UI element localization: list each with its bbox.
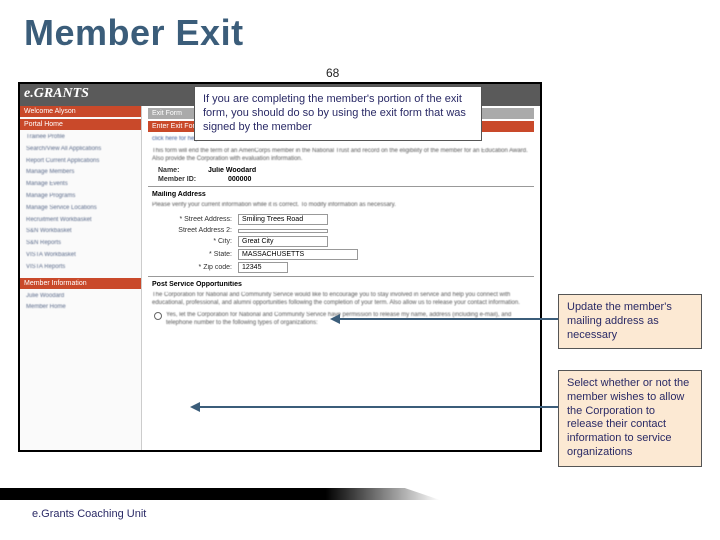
sidebar-member-head: Member Information [20,278,141,289]
sidebar-item[interactable]: Manage Events [20,179,141,191]
footer-unit: e.Grants Coaching Unit [32,508,146,520]
sidebar-item[interactable]: Manage Members [20,167,141,179]
arrow-to-address [330,312,560,326]
sidebar-item[interactable]: Julie Woodard [20,291,141,303]
sidebar-welcome: Welcome Alyson [20,106,141,117]
callout-release-info: Select whether or not the member wishes … [558,370,702,467]
sidebar-item[interactable]: VISTA Reports [20,262,141,274]
mailing-header: Mailing Address [152,191,534,198]
mailing-para: Please verify your current information w… [148,200,534,212]
city-input[interactable]: Great City [238,236,328,247]
zip-label: * Zip code: [148,264,238,271]
zip-input[interactable]: 12345 [238,262,288,273]
arrow-to-consent [190,400,560,414]
sidebar-item[interactable]: S&N Workbasket [20,226,141,238]
sidebar-item[interactable]: Manage Programs [20,191,141,203]
intro-text: This form will end the term of an AmeriC… [148,146,534,166]
sidebar-item[interactable]: Manage Service Locations [20,203,141,215]
sidebar-item[interactable]: S&N Reports [20,238,141,250]
street2-input[interactable] [238,229,328,233]
street1-input[interactable]: Smiling Trees Road [238,214,328,225]
post-service-header: Post Service Opportunities [152,281,534,288]
callout-update-address: Update the member's mailing address as n… [558,294,702,349]
street1-label: * Street Address: [148,216,238,223]
city-label: * City: [148,238,238,245]
state-select[interactable]: MASSACHUSETTS [238,249,358,260]
state-label: * State: [148,251,238,258]
footer-accent [0,488,440,500]
consent-radio[interactable] [154,312,162,320]
app-logo: e.GRANTS [24,86,89,102]
callout-signed-form: If you are completing the member's porti… [194,86,482,141]
app-sidebar: Welcome Alyson Portal Home Trainee Profi… [20,106,142,450]
post-service-para: The Corporation for National and Communi… [148,290,534,310]
street2-label: Street Address 2: [148,227,238,234]
id-value: 000000 [228,176,251,183]
name-value: Julie Woodard [208,167,256,174]
sidebar-item[interactable]: Member Home [20,302,141,314]
sidebar-item[interactable]: Recruitment Workbasket [20,215,141,227]
page-number: 68 [326,66,339,80]
name-label: Name: [158,167,208,174]
page-title: Member Exit [24,12,696,54]
sidebar-item[interactable]: Search/View All Applications [20,144,141,156]
id-label: Member ID: [158,176,228,183]
app-main: Exit Form Enter Exit Form Information cl… [142,106,540,450]
sidebar-portal-head: Portal Home [20,119,141,130]
sidebar-item[interactable]: Report Current Applications [20,156,141,168]
sidebar-item[interactable]: Trainee Profile [20,132,141,144]
sidebar-item[interactable]: VISTA Workbasket [20,250,141,262]
